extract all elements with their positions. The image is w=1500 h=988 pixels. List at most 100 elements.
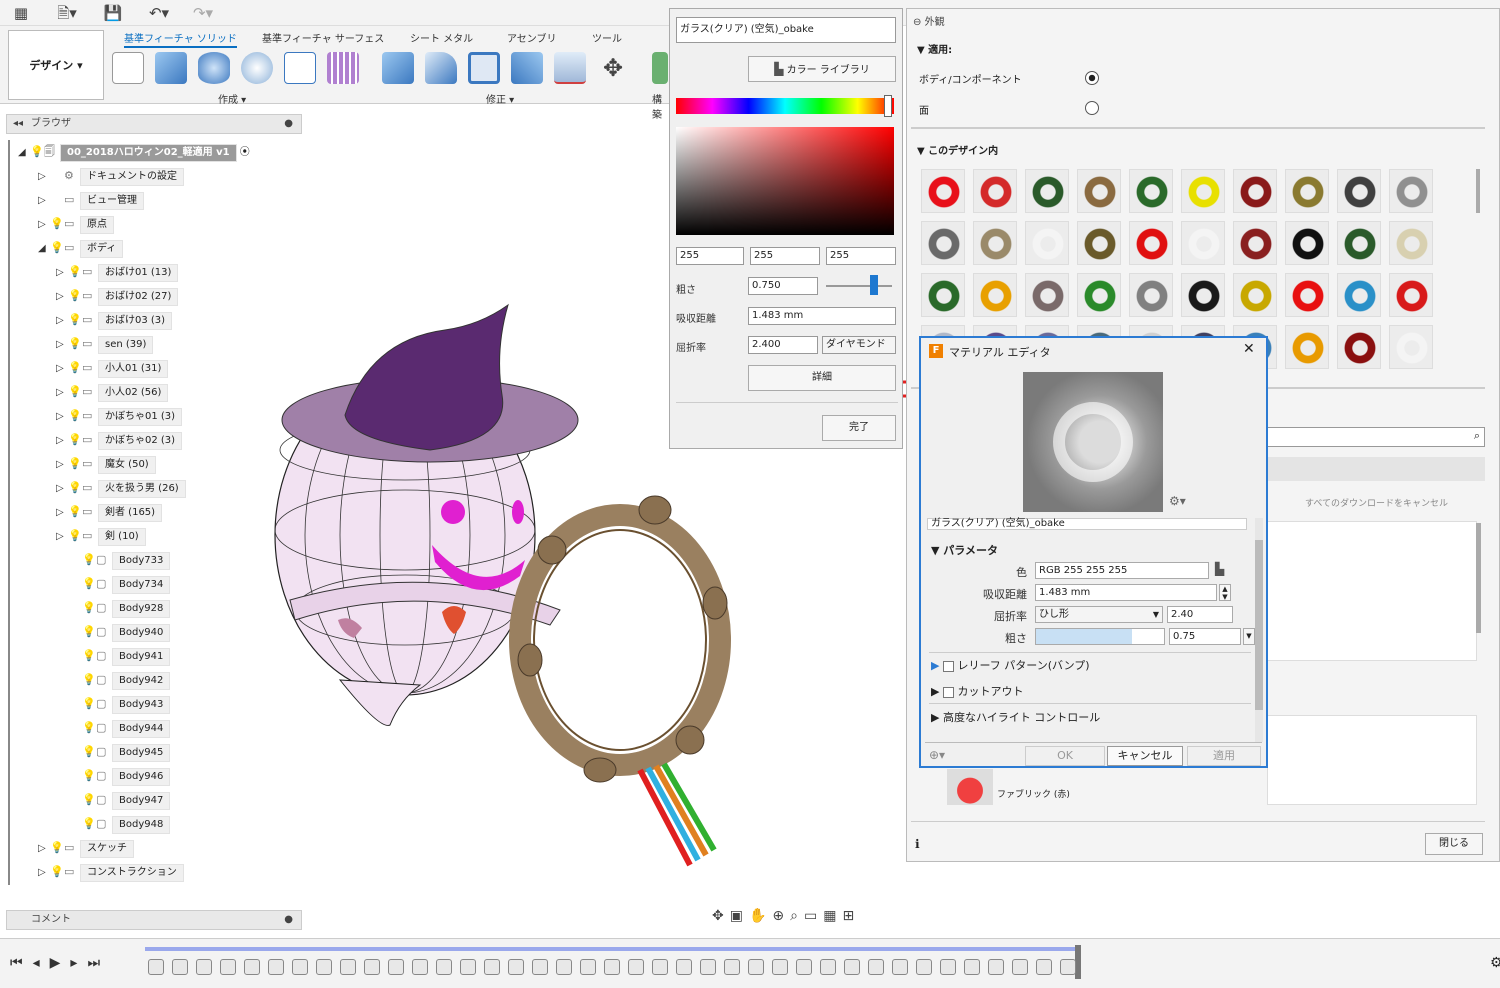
timeline-track[interactable] [145,947,1080,951]
roughness-input[interactable]: 0.750 [748,277,818,295]
visibility-bulb-icon[interactable]: 💡 [82,766,96,786]
appearance-header[interactable]: ⊖ 外観 [913,13,945,28]
material-swatch[interactable] [973,221,1017,265]
timeline-feature-icon[interactable] [508,959,524,975]
redo-icon[interactable]: ↷▾ [186,3,220,23]
construct-plane-icon[interactable] [652,52,668,84]
expand-icon[interactable]: ▷ [38,839,50,859]
expand-icon[interactable]: ▷ [56,287,68,307]
tree-row[interactable]: ◢ 💡▭ ボディ [38,238,124,259]
move-icon[interactable]: ✥ [597,52,629,84]
tree-row[interactable]: 💡▢ Body940 [70,622,171,642]
expand-icon[interactable]: ▷ [56,263,68,283]
timeline-feature-icon[interactable] [844,959,860,975]
tree-row[interactable]: 💡▢ Body948 [70,814,171,834]
timeline-feature-icon[interactable] [652,959,668,975]
tree-row[interactable]: ▷ ⚙ ドキュメントの設定 [38,166,184,186]
done-button[interactable]: 完了 [822,415,896,441]
timeline-feature-icon[interactable] [292,959,308,975]
red-input[interactable]: 255 [676,247,744,265]
tab-tools[interactable]: ツール [592,30,622,45]
visibility-bulb-icon[interactable]: 💡 [50,238,64,258]
search-icon[interactable]: ⌕ [1474,429,1480,443]
expand-icon[interactable]: ◢ [38,239,50,259]
tab-assembly[interactable]: アセンブリ [507,30,557,45]
apply-section-label[interactable]: ▼ 適用: [917,41,952,56]
extrude-icon[interactable] [155,52,187,84]
timeline-feature-icon[interactable] [892,959,908,975]
visibility-bulb-icon[interactable]: 💡 [82,694,96,714]
pan-icon[interactable]: ✋ [749,908,772,924]
material-swatch[interactable] [973,273,1017,317]
absorption-field[interactable]: 1.483 mm [1035,584,1217,601]
tab-surface[interactable]: 基準フィーチャ サーフェス [262,30,384,45]
relief-checkbox[interactable] [942,660,954,672]
play-icon[interactable]: ▶ [50,955,71,971]
timeline-feature-icon[interactable] [196,959,212,975]
material-name-input[interactable]: ガラス(クリア) (空気)_obake [927,518,1247,530]
hole-icon[interactable] [241,52,273,84]
save-icon[interactable]: 💾 [102,3,124,23]
visibility-bulb-icon[interactable]: 💡 [82,670,96,690]
expand-icon[interactable]: ▶ [931,711,939,724]
browser-header[interactable]: ◂◂ ブラウザ ● [6,114,302,134]
timeline-feature-icon[interactable] [772,959,788,975]
absorption-input[interactable]: 1.483 mm [748,307,896,325]
expand-icon[interactable]: ▷ [56,407,68,427]
visibility-bulb-icon[interactable]: 💡 [30,142,44,162]
material-swatch[interactable] [1129,273,1173,317]
visibility-bulb-icon[interactable]: 💡 [68,526,82,546]
tab-solid[interactable]: 基準フィーチャ ソリッド [124,30,237,48]
visibility-bulb-icon[interactable]: 💡 [68,382,82,402]
timeline-feature-icon[interactable] [676,959,692,975]
expand-icon[interactable]: ▷ [56,311,68,331]
info-icon[interactable]: ℹ [915,837,920,851]
material-swatch[interactable] [1337,169,1381,213]
timeline-feature-icon[interactable] [964,959,980,975]
close-button[interactable]: 閉じる [1425,833,1483,855]
advanced-highlight-row[interactable]: ▶ 高度なハイライト コントロール [931,709,1100,725]
timeline-feature-icon[interactable] [916,959,932,975]
timeline-feature-icon[interactable] [436,959,452,975]
cancel-all-downloads-link[interactable]: すべてのダウンロードをキャンセル [1305,496,1448,509]
comment-header[interactable]: コメント ● [6,910,302,930]
visibility-bulb-icon[interactable]: 💡 [68,334,82,354]
detail-button[interactable]: 詳細 [748,365,896,391]
material-swatch[interactable] [1129,221,1173,265]
visibility-bulb-icon[interactable]: 💡 [68,406,82,426]
material-swatch[interactable] [973,169,1017,213]
green-input[interactable]: 255 [750,247,820,265]
refraction-value-field[interactable]: 2.40 [1167,606,1233,623]
material-swatch[interactable] [1337,325,1381,369]
expand-icon[interactable]: ▷ [38,215,50,235]
timeline-feature-icon[interactable] [268,959,284,975]
timeline-feature-icon[interactable] [580,959,596,975]
material-swatch[interactable] [1181,169,1225,213]
timeline-feature-icon[interactable] [748,959,764,975]
cutout-row[interactable]: ▶ カットアウト [931,683,1023,699]
material-swatch[interactable] [1025,221,1069,265]
tree-row[interactable]: 💡▢ Body733 [70,550,171,570]
timeline-feature-icon[interactable] [244,959,260,975]
material-swatch[interactable] [1285,221,1329,265]
material-swatch[interactable] [1389,325,1433,369]
expand-icon[interactable]: ▷ [56,335,68,355]
browser-scroll[interactable] [8,140,10,885]
library-scrollbar[interactable] [1476,523,1481,633]
timeline-feature-icon[interactable] [220,959,236,975]
workspace-switcher-button[interactable]: デザイン ▾ [8,30,104,100]
press-pull-icon[interactable] [382,52,414,84]
tree-row[interactable]: ▷ 💡▭ おばけ01 (13) [56,262,179,283]
collapse-icon[interactable]: ⊖ [913,17,921,28]
material-swatch[interactable] [1285,169,1329,213]
add-comment-icon[interactable]: ● [284,911,293,929]
material-swatch[interactable] [1025,169,1069,213]
face-radio[interactable] [1085,101,1099,115]
editor-scrollbar[interactable] [1255,518,1263,742]
timeline-feature-icon[interactable] [172,959,188,975]
expand-icon[interactable]: ▶ [931,659,939,672]
visibility-bulb-icon[interactable]: 💡 [68,358,82,378]
material-name-field[interactable]: ガラス(クリア) (空気)_obake [676,17,896,43]
cutout-checkbox[interactable] [942,686,954,698]
body-component-radio[interactable] [1085,71,1099,85]
